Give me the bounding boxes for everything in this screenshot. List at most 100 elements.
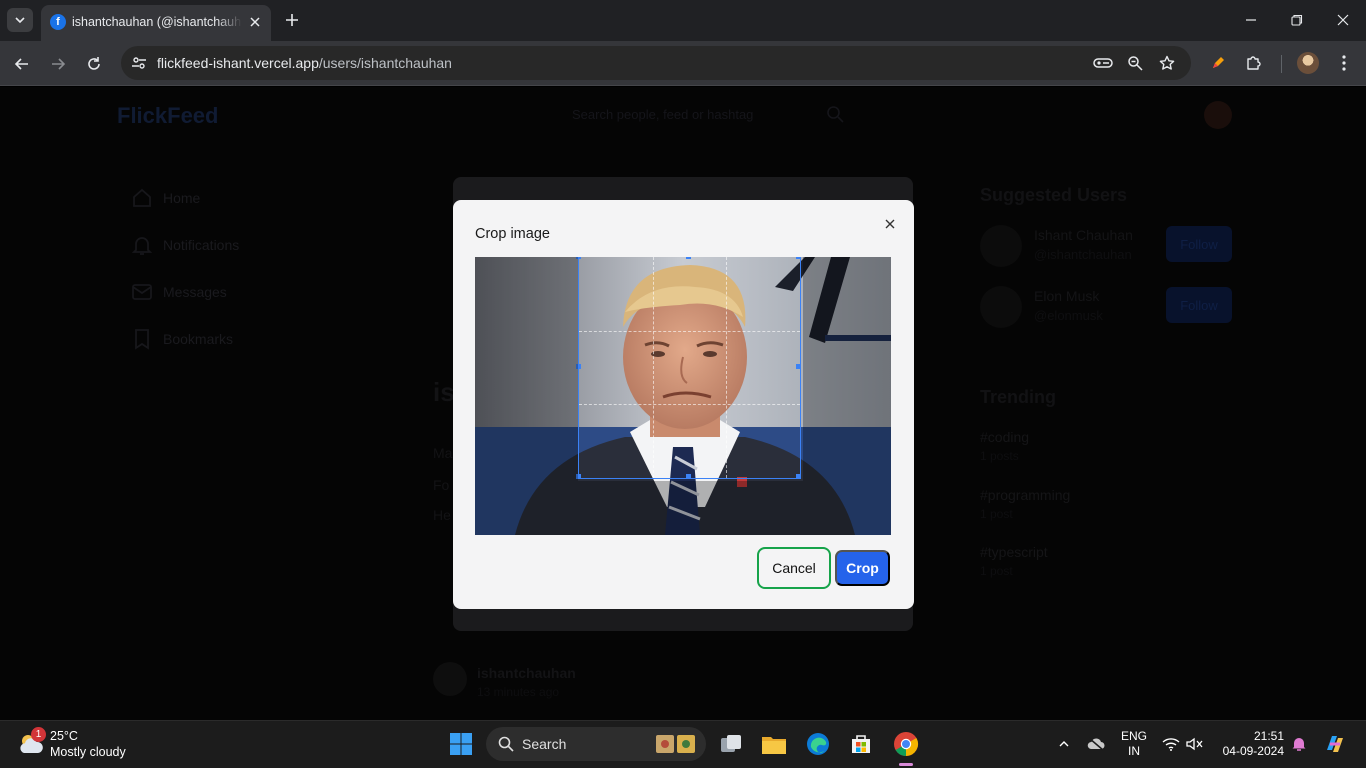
site-info-button[interactable]	[129, 53, 149, 73]
minimize-button[interactable]	[1238, 8, 1264, 32]
wifi-button[interactable]	[1160, 733, 1182, 755]
bell-icon	[131, 237, 153, 255]
trending-count: 1 posts	[980, 449, 1019, 463]
new-tab-button[interactable]	[281, 9, 303, 31]
weather-description[interactable]: Mostly cloudy	[50, 745, 126, 759]
language-code: ENG	[1120, 729, 1147, 743]
forward-arrow-icon	[52, 58, 66, 70]
follow-button[interactable]: Follow	[1166, 287, 1232, 323]
crop-handle-top[interactable]	[686, 257, 691, 259]
profile-avatar[interactable]	[1297, 52, 1319, 74]
nav-label-bookmarks: Bookmarks	[163, 331, 234, 347]
close-icon	[885, 219, 895, 229]
dialog-close-button[interactable]	[880, 214, 900, 234]
search-icon	[498, 736, 514, 752]
nav-label-messages: Messages	[163, 284, 227, 300]
microsoft-store-button[interactable]	[845, 728, 877, 760]
task-view-button[interactable]	[715, 728, 747, 760]
post-author-avatar[interactable]	[433, 662, 467, 696]
profile-bio-line-3: He	[433, 507, 451, 523]
suggested-user-row: Ishant Chauhan @ishantchauhan Follow	[980, 223, 1232, 269]
back-button[interactable]	[8, 50, 36, 78]
chrome-icon	[894, 732, 919, 756]
crop-handle-top-right[interactable]	[796, 257, 801, 259]
pen-extension-button[interactable]	[1206, 51, 1230, 75]
trending-item[interactable]: #typescript 1 post	[980, 544, 1180, 578]
bookmark-icon	[135, 329, 149, 350]
restore-button[interactable]	[1284, 8, 1310, 32]
dialog-title: Crop image	[475, 226, 550, 242]
post-author-name[interactable]: ishantchauhan	[477, 665, 576, 681]
avatar[interactable]	[980, 225, 1022, 267]
cancel-button[interactable]: Cancel	[757, 547, 831, 589]
notifications-button[interactable]	[1288, 733, 1310, 755]
password-manager-button[interactable]	[1093, 53, 1113, 73]
search-icon	[827, 106, 844, 123]
system-clock[interactable]: 21:51 04-09-2024	[1214, 729, 1284, 759]
crop-image-canvas[interactable]	[475, 257, 891, 535]
file-explorer-button[interactable]	[758, 728, 790, 760]
crop-handle-right[interactable]	[796, 364, 801, 369]
browser-tab[interactable]: f ishantchauhan (@ishantchauhan)	[41, 5, 271, 41]
close-icon	[1337, 14, 1349, 26]
avatar[interactable]	[980, 286, 1022, 328]
onedrive-button[interactable]	[1085, 733, 1107, 755]
show-hidden-icons-button[interactable]	[1053, 733, 1075, 755]
mail-icon	[132, 284, 152, 300]
trending-tag: #programming	[980, 487, 1071, 503]
url-text: flickfeed-ishant.vercel.app/users/ishant…	[157, 55, 452, 71]
weather-temperature[interactable]: 25°C	[50, 729, 78, 743]
bookmark-star-button[interactable]	[1157, 53, 1177, 73]
tab-title: ishantchauhan (@ishantchauhan)	[72, 15, 242, 29]
address-bar[interactable]: flickfeed-ishant.vercel.app/users/ishant…	[121, 46, 1191, 80]
trending-title: Trending	[980, 387, 1056, 407]
user-avatar[interactable]	[1204, 101, 1232, 129]
trending-item[interactable]: #coding 1 posts	[980, 429, 1180, 463]
crop-handle-bottom-right[interactable]	[796, 474, 801, 479]
crop-grid-line	[652, 257, 654, 478]
suggested-user-handle: @ishantchauhan	[1034, 247, 1132, 262]
copilot-icon	[1327, 736, 1343, 752]
back-arrow-icon	[14, 58, 28, 70]
volume-muted-icon	[1186, 737, 1203, 751]
tab-search-button[interactable]	[7, 8, 33, 32]
crop-grid-line	[726, 257, 728, 478]
reload-button[interactable]	[80, 50, 108, 78]
chrome-browser-button[interactable]	[890, 728, 922, 760]
browser-menu-button[interactable]	[1332, 51, 1356, 75]
volume-button[interactable]	[1184, 733, 1206, 755]
page-search-input[interactable]: Search people, feed or hashtag	[556, 99, 856, 131]
profile-bio-line-1: Ma	[433, 445, 453, 461]
crop-mask-bottom	[578, 481, 803, 535]
language-indicator[interactable]: ENG IN	[1120, 729, 1148, 759]
pen-icon	[1213, 57, 1224, 68]
task-view-icon	[721, 735, 741, 752]
tab-close-button[interactable]	[246, 13, 264, 31]
brand-logo[interactable]: FlickFeed	[117, 103, 218, 129]
nav-label-notifications: Notifications	[163, 237, 240, 253]
crop-button[interactable]: Crop	[835, 550, 890, 586]
forward-button[interactable]	[44, 50, 72, 78]
weather-notification-badge: 1	[31, 727, 46, 742]
nav-label-home: Home	[163, 190, 201, 206]
taskbar-search-box[interactable]: Search	[486, 727, 706, 761]
suggested-user-name[interactable]: Elon Musk	[1034, 288, 1099, 304]
trending-item[interactable]: #programming 1 post	[980, 487, 1180, 521]
crop-selection-frame[interactable]	[576, 257, 801, 479]
edge-browser-button[interactable]	[802, 728, 834, 760]
suggested-user-row: Elon Musk @elonmusk Follow	[980, 284, 1232, 330]
zoom-button[interactable]	[1125, 53, 1145, 73]
start-button[interactable]	[445, 728, 477, 760]
star-icon	[1159, 55, 1175, 70]
suggested-user-name[interactable]: Ishant Chauhan	[1034, 227, 1133, 243]
follow-button[interactable]: Follow	[1166, 226, 1232, 262]
edge-icon	[807, 733, 829, 755]
windows-logo-icon	[450, 733, 472, 755]
extensions-button[interactable]	[1242, 51, 1266, 75]
url-path: /users/ishantchauhan	[318, 55, 452, 71]
crop-handle-bottom[interactable]	[686, 474, 691, 479]
copilot-button[interactable]	[1322, 731, 1348, 757]
close-window-button[interactable]	[1330, 8, 1356, 32]
crop-mask-right	[803, 257, 891, 535]
reload-icon	[88, 57, 100, 70]
